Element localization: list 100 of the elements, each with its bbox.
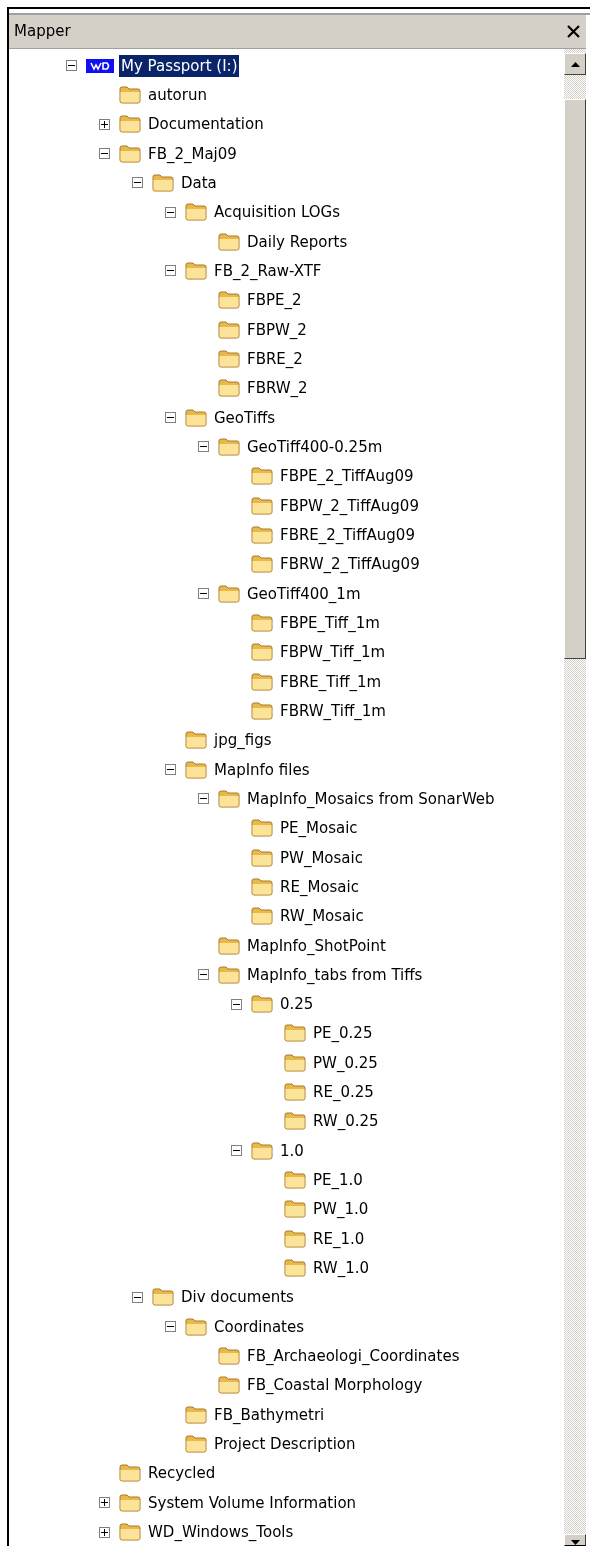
tree-item[interactable]: FB_Bathymetri [212,1403,327,1426]
folder-icon [251,1141,273,1160]
collapse-toggle[interactable] [132,177,143,189]
tree-item[interactable]: RW_0.25 [311,1110,381,1133]
folder-icon [218,965,240,984]
tree-item[interactable]: MapInfo_Mosaics from SonarWeb [245,787,497,810]
tree-item[interactable]: FBRE_Tiff_1m [278,670,384,693]
folder-icon [284,1053,306,1072]
tree-item[interactable]: Coordinates [212,1315,307,1338]
tree-item[interactable]: FBPE_2_TiffAug09 [278,465,416,488]
collapse-toggle[interactable] [198,969,209,981]
tree-item[interactable]: Acquisition LOGs [212,201,342,224]
folder-icon [284,1083,306,1102]
folder-icon [185,731,207,750]
expand-toggle[interactable] [99,1526,110,1538]
folder-icon [218,291,240,310]
tree-item[interactable]: FBPW_2_TiffAug09 [278,494,421,517]
tree-item[interactable]: FBRW_2 [245,377,310,400]
folder-icon [284,1112,306,1131]
expand-toggle[interactable] [99,118,110,130]
collapse-toggle[interactable] [198,588,209,600]
collapse-toggle[interactable] [165,265,176,277]
tree-item[interactable]: PW_1.0 [311,1198,371,1221]
folder-icon [284,1200,306,1219]
tree-item[interactable]: Daily Reports [245,230,350,253]
tree-item[interactable]: FBPE_2 [245,289,304,312]
folder-icon [218,1376,240,1395]
tree-item[interactable]: Recycled [146,1462,218,1485]
scroll-thumb[interactable] [564,99,586,659]
tree-item[interactable]: jpg_figs [212,729,274,752]
tree-item[interactable]: RW_1.0 [311,1257,371,1280]
tree-item[interactable]: System Volume Information [146,1491,359,1514]
collapse-toggle[interactable] [165,206,176,218]
tree-item[interactable]: FB_Archaeologi_Coordinates [245,1345,462,1368]
collapse-toggle[interactable] [165,1321,176,1333]
folder-icon [185,261,207,280]
folder-icon [284,1024,306,1043]
down-arrow-icon [570,1540,580,1545]
tree-item[interactable]: FB_2_Maj09 [146,142,239,165]
tree-item[interactable]: MapInfo_tabs from Tiffs [245,963,425,986]
collapse-toggle[interactable] [231,998,242,1010]
folder-icon [251,496,273,515]
folder-icon [218,379,240,398]
tree-item[interactable]: MapInfo files [212,758,312,781]
tree-item[interactable]: Project Description [212,1433,358,1456]
tree-item[interactable]: My Passport (I:) [119,54,240,77]
tree-item[interactable]: PE_1.0 [311,1169,365,1192]
folder-icon [284,1259,306,1278]
folder-icon [251,848,273,867]
tree-item[interactable]: FBRE_2_TiffAug09 [278,523,417,546]
tree-item[interactable]: PW_0.25 [311,1051,380,1074]
tree-item[interactable]: RE_1.0 [311,1227,367,1250]
tree-item[interactable]: Data [179,171,219,194]
collapse-toggle[interactable] [198,793,209,805]
collapse-toggle[interactable] [198,441,209,453]
collapse-toggle[interactable] [99,148,110,160]
tree-item[interactable]: FB_Coastal Morphology [245,1374,425,1397]
folder-icon [119,1523,141,1542]
expand-toggle[interactable] [99,1497,110,1509]
scrollbar[interactable] [564,49,586,1546]
scroll-down-button[interactable] [564,1534,586,1546]
folder-icon [251,613,273,632]
tree-item[interactable]: PW_Mosaic [278,846,365,869]
tree-item[interactable]: PE_Mosaic [278,817,360,840]
collapse-toggle[interactable] [132,1291,143,1303]
tree-item[interactable]: RW_Mosaic [278,905,366,928]
tree-item[interactable]: MapInfo_ShotPoint [245,934,388,957]
tree-item[interactable]: PE_0.25 [311,1022,375,1045]
collapse-toggle[interactable] [165,764,176,776]
tree-item[interactable]: FBRW_2_TiffAug09 [278,553,422,576]
tree-item[interactable]: GeoTiffs [212,406,278,429]
tree-item[interactable]: WD_Windows_Tools [146,1521,296,1544]
tree-item[interactable]: RE_0.25 [311,1081,376,1104]
collapse-toggle[interactable] [165,412,176,424]
tree-item[interactable]: autorun [146,84,209,106]
tree-item[interactable]: RE_Mosaic [278,875,361,898]
tree-item[interactable]: FBPW_Tiff_1m [278,641,388,664]
tree-item[interactable]: 0.25 [278,993,316,1016]
tree-item[interactable]: FB_2_Raw-XTF [212,259,324,282]
tree-item[interactable]: FBRW_Tiff_1m [278,699,388,722]
tree-item[interactable]: GeoTiff400_1m [245,582,363,605]
tree-item[interactable]: FBRE_2 [245,347,305,370]
panel-title: Mapper [14,21,71,43]
folder-icon [218,320,240,339]
tree-item[interactable]: FBPW_2 [245,318,309,341]
folder-icon [119,86,141,104]
tree-item[interactable]: FBPE_Tiff_1m [278,611,382,634]
tree-item[interactable]: Div documents [179,1286,296,1309]
collapse-toggle[interactable] [231,1145,242,1157]
folder-icon [185,408,207,427]
folder-icon [251,907,273,926]
tree-item[interactable]: GeoTiff400-0.25m [245,435,385,458]
folder-icon [251,701,273,720]
tree-item[interactable]: 1.0 [278,1139,306,1162]
folder-icon [251,643,273,662]
close-icon[interactable] [567,25,580,38]
folder-icon [251,995,273,1014]
collapse-toggle[interactable] [66,60,77,72]
tree-item[interactable]: Documentation [146,113,266,136]
scroll-up-button[interactable] [564,53,586,75]
